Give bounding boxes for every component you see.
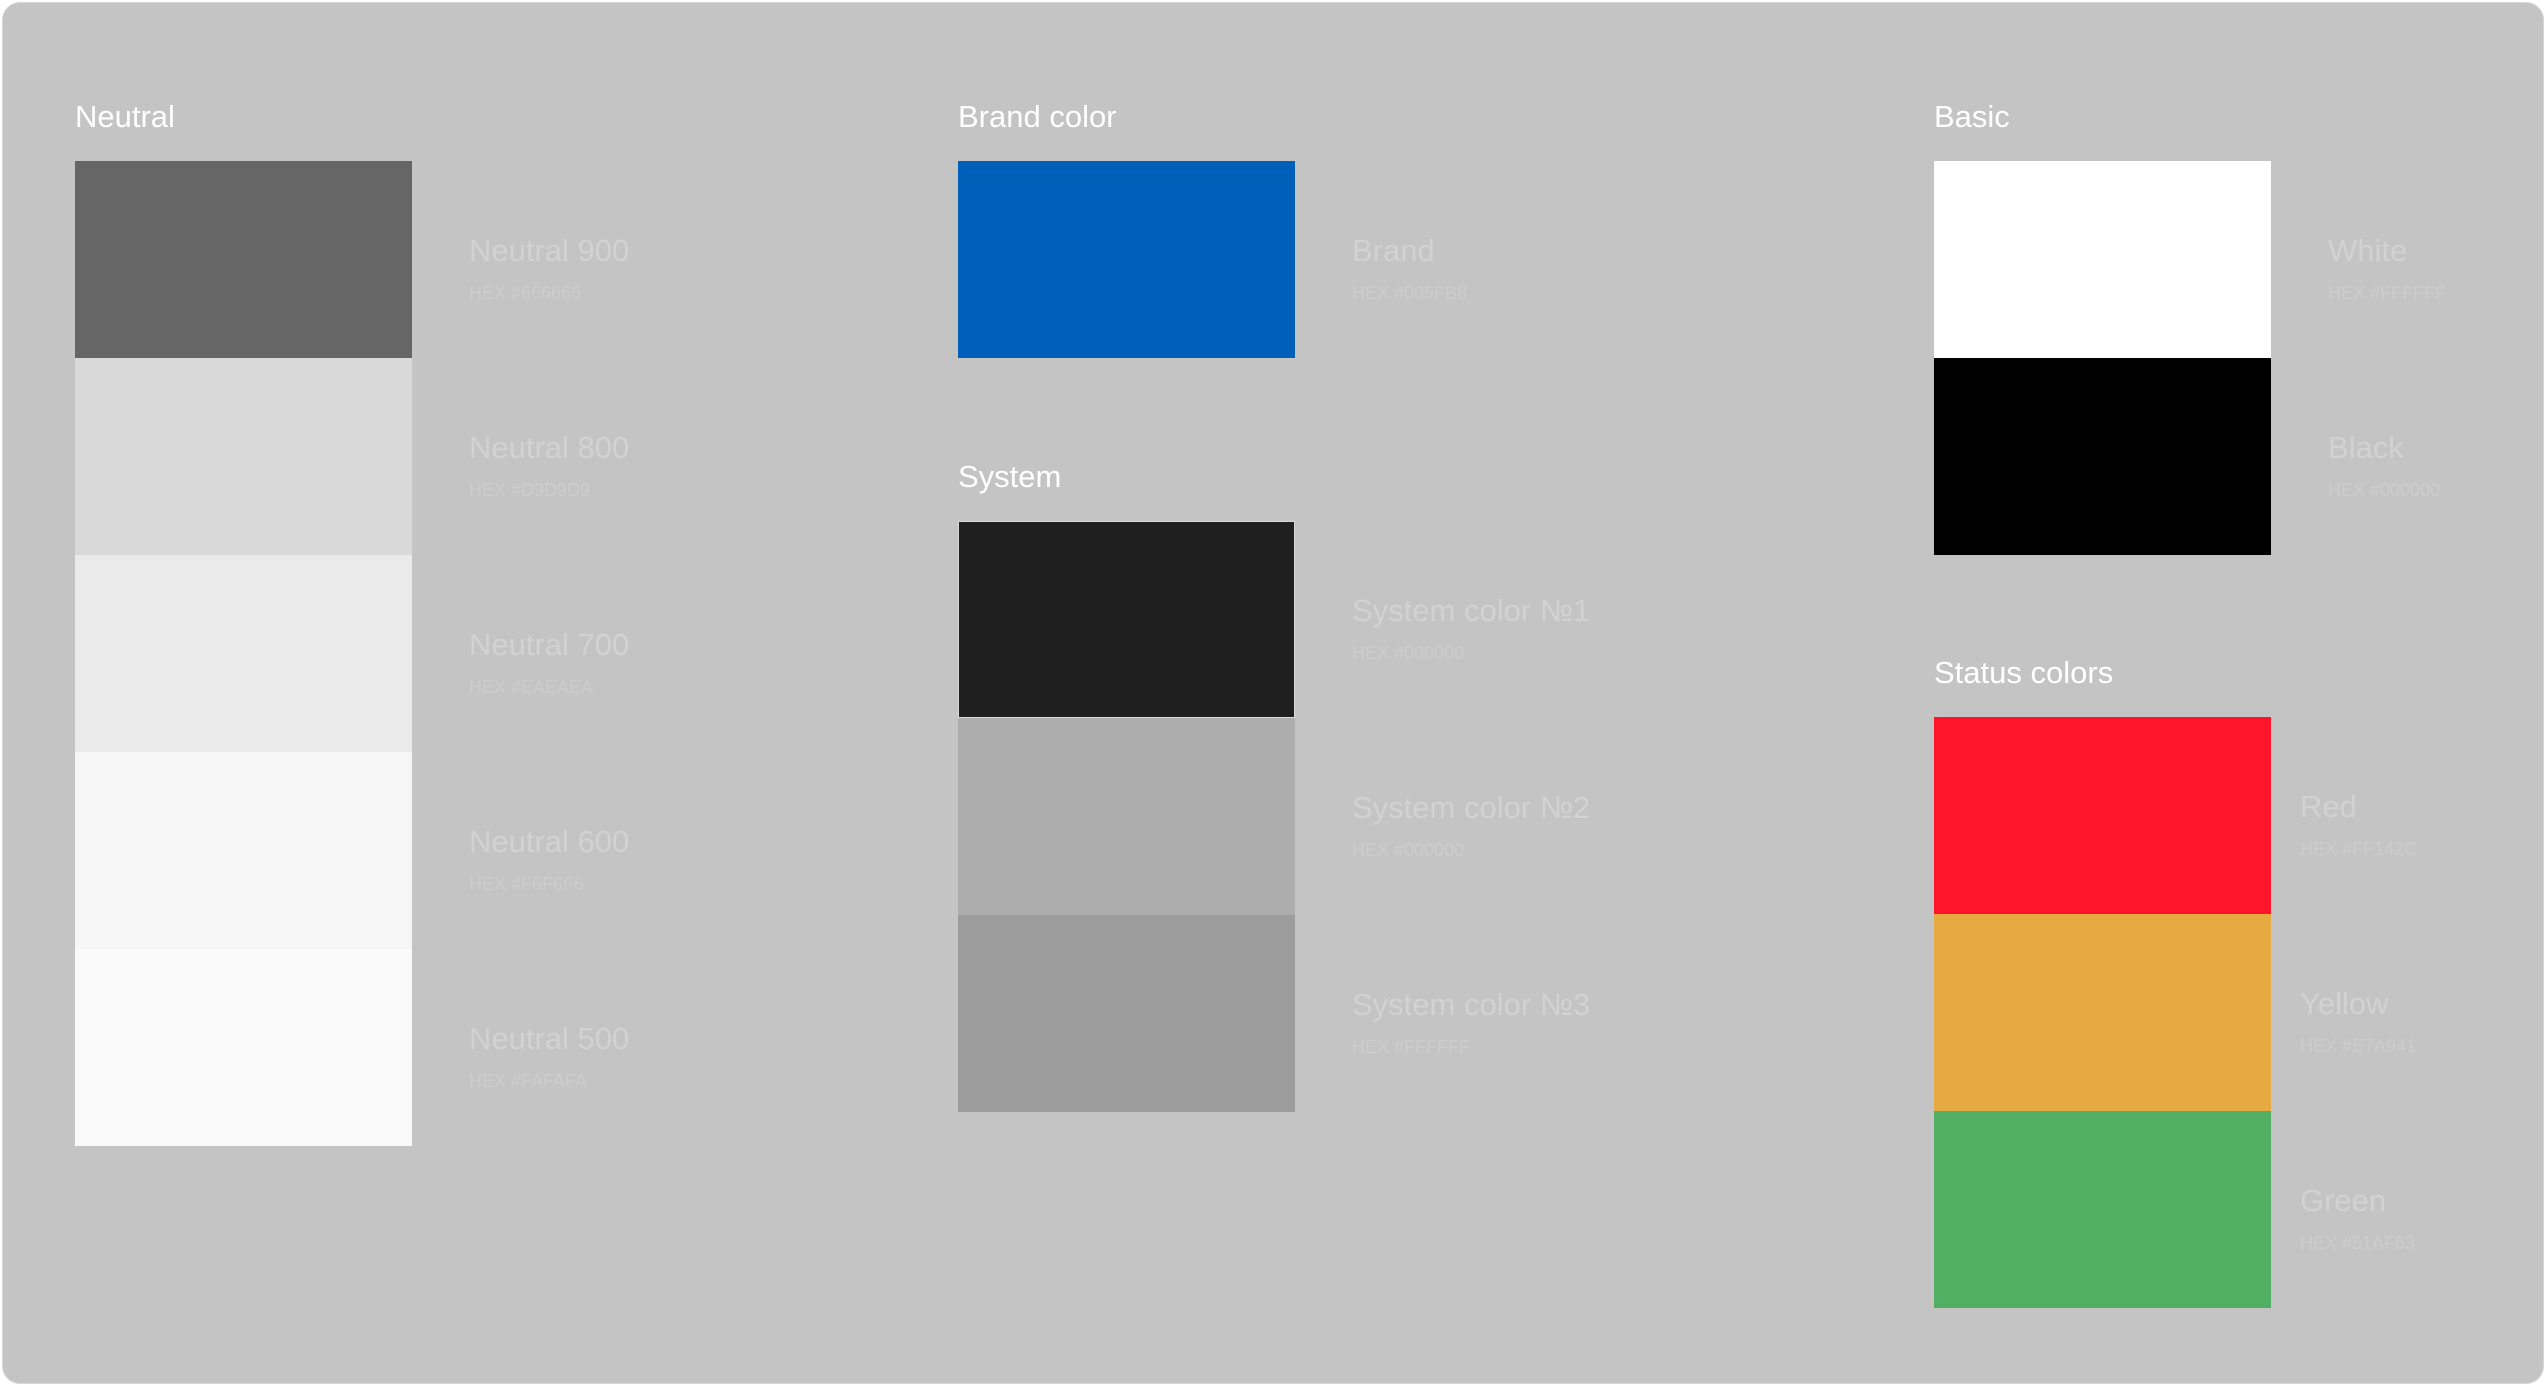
neutral-section-title: Neutral <box>75 99 175 134</box>
neutral-700-label: Neutral 700 <box>469 627 630 662</box>
status-section-title: Status colors <box>1934 655 2114 690</box>
swatch-neutral-700[interactable] <box>75 555 412 752</box>
yellow-label: Yellow <box>2300 986 2389 1021</box>
swatch-brand[interactable] <box>958 161 1295 358</box>
neutral-800-hex: HEX #D9D9D9 <box>469 480 591 500</box>
white-label: White <box>2328 233 2408 268</box>
system-1-label: System color №1 <box>1352 593 1591 628</box>
white-hex: HEX #FFFFFF <box>2328 283 2446 303</box>
system-section-title: System <box>958 459 1062 494</box>
system-1-hex: HEX #000000 <box>1352 643 1465 663</box>
neutral-500-hex: HEX #FAFAFA <box>469 1071 588 1091</box>
brand-section-title: Brand color <box>958 99 1117 134</box>
swatch-red[interactable] <box>1934 717 2271 914</box>
neutral-700-hex: HEX #EAEAEA <box>469 677 594 697</box>
black-hex: HEX #000000 <box>2328 480 2441 500</box>
neutral-600-label: Neutral 600 <box>469 824 630 859</box>
color-palette-board: Neutral Neutral 900 HEX #666666 Neutral … <box>2 2 2544 1384</box>
swatch-white[interactable] <box>1934 161 2271 358</box>
red-label: Red <box>2300 789 2357 824</box>
neutral-900-hex: HEX #666666 <box>469 283 582 303</box>
swatch-system-3[interactable] <box>958 915 1295 1112</box>
system-3-hex: HEX #FFFFFF <box>1352 1037 1470 1057</box>
green-label: Green <box>2300 1183 2387 1218</box>
swatch-green[interactable] <box>1934 1111 2271 1308</box>
swatch-yellow[interactable] <box>1934 914 2271 1111</box>
brand-label: Brand <box>1352 233 1435 268</box>
swatch-neutral-600[interactable] <box>75 752 412 949</box>
swatch-black[interactable] <box>1934 358 2271 555</box>
swatch-neutral-900[interactable] <box>75 161 412 358</box>
swatch-system-1[interactable] <box>958 521 1295 718</box>
swatch-neutral-800[interactable] <box>75 358 412 555</box>
system-2-label: System color №2 <box>1352 790 1591 825</box>
basic-section-title: Basic <box>1934 99 2010 134</box>
neutral-600-hex: HEX #F6F6F6 <box>469 874 585 894</box>
neutral-800-label: Neutral 800 <box>469 430 630 465</box>
brand-hex: HEX #005FB8 <box>1352 283 1468 303</box>
neutral-500-label: Neutral 500 <box>469 1021 630 1056</box>
system-3-label: System color №3 <box>1352 987 1591 1022</box>
green-hex: HEX #51AF63 <box>2300 1233 2416 1253</box>
yellow-hex: HEX #E7A941 <box>2300 1036 2417 1056</box>
black-label: Black <box>2328 430 2404 465</box>
system-2-hex: HEX #000000 <box>1352 840 1465 860</box>
neutral-900-label: Neutral 900 <box>469 233 630 268</box>
swatch-neutral-500[interactable] <box>75 949 412 1146</box>
swatch-system-2[interactable] <box>958 718 1295 915</box>
red-hex: HEX #FF142C <box>2300 839 2418 859</box>
